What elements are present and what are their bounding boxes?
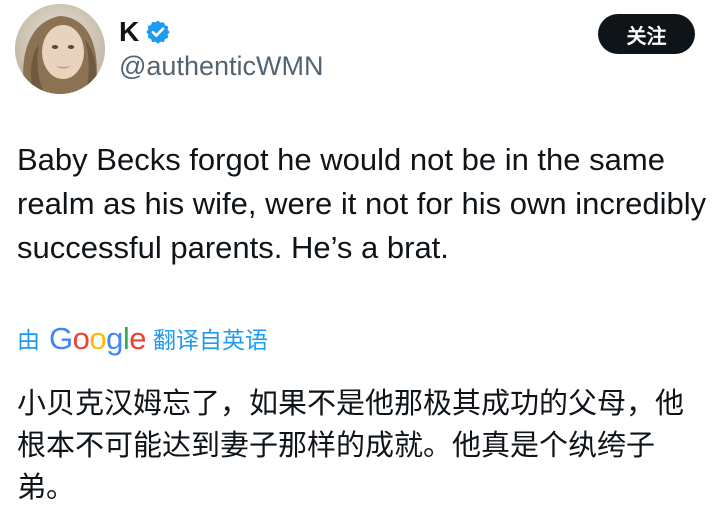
translated-from-label[interactable]: 翻译自英语 [153,321,268,355]
author-name-row: K [119,14,171,50]
translated-by-row: 由 Google 翻译自英语 [17,318,268,358]
tweet-text: Baby Becks forgot he would not be in the… [17,142,707,265]
translated-by-prefix: 由 [17,328,40,354]
avatar[interactable] [15,4,105,94]
translation-text: 小贝克汉姆忘了，如果不是他那极其成功的父母，他根本不可能达到妻子那样的成就。他真… [17,386,685,504]
author-handle[interactable]: @authenticWMN [119,51,323,82]
author-display-name[interactable]: K [119,18,139,46]
follow-button[interactable]: 关注 [598,14,695,54]
tweet-card: K @authenticWMN 关注 Baby Becks forgot he … [0,0,720,522]
profile-photo-icon [15,4,105,94]
google-logo: Google [49,320,147,356]
verified-badge-icon[interactable] [145,19,171,45]
